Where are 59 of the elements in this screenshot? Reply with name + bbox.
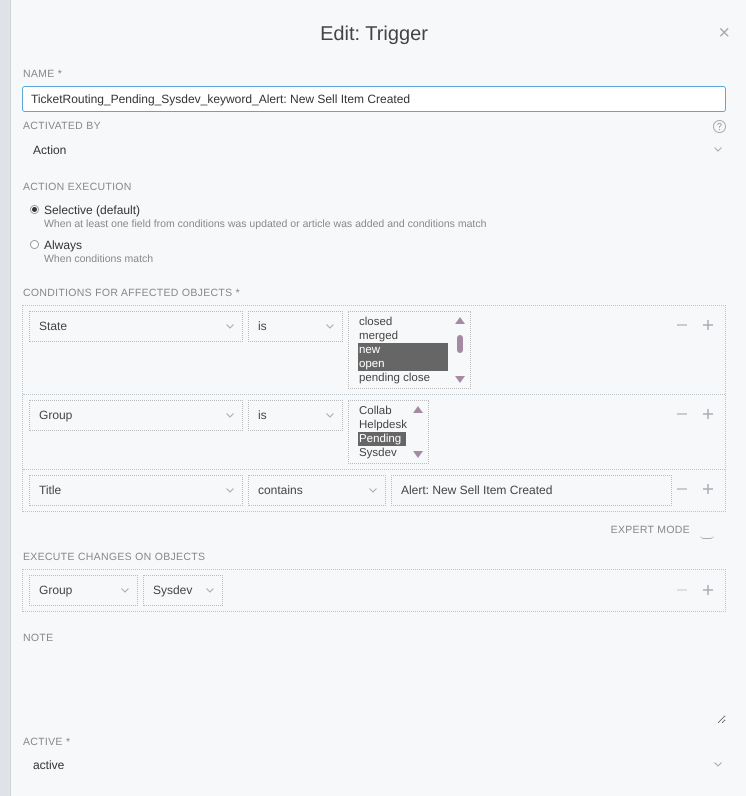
add-button[interactable] bbox=[703, 584, 713, 598]
list-option[interactable]: Helpdesk bbox=[358, 418, 406, 432]
add-button[interactable] bbox=[703, 482, 713, 497]
plus-icon bbox=[703, 320, 713, 330]
chevron-down-icon bbox=[206, 588, 214, 593]
attribute-select[interactable]: State bbox=[29, 310, 243, 342]
value-select[interactable]: Sysdev bbox=[143, 574, 223, 606]
scrollbar-drawing[interactable] bbox=[412, 404, 424, 460]
radio-hint: When at least one field from conditions was updated or article was added and conditions match bbox=[44, 218, 488, 230]
operator-select[interactable]: is bbox=[248, 310, 343, 342]
expert-mode-label: EXPERT MODE bbox=[610, 524, 690, 536]
list-option[interactable]: Sysdev bbox=[358, 446, 406, 460]
radio-label[interactable]: Selective (default) bbox=[44, 202, 726, 217]
operator-select[interactable]: contains bbox=[248, 474, 386, 506]
field-label: CONDITIONS FOR AFFECTED OBJECTS * bbox=[23, 286, 241, 299]
add-button[interactable] bbox=[703, 318, 713, 333]
help-icon[interactable] bbox=[713, 120, 726, 134]
field-label: ACTIVATED BY bbox=[23, 120, 101, 132]
plus-icon bbox=[703, 408, 713, 419]
field-label: NAME * bbox=[23, 68, 64, 80]
plus-icon bbox=[703, 584, 713, 595]
name-input[interactable]: TicketRouting_Pending_Sysdev_keyword_Alert: New Sell Item Created bbox=[22, 86, 726, 112]
options-listbox[interactable]: closed merged new open pending close bbox=[348, 310, 471, 389]
chevron-down-icon bbox=[369, 488, 377, 493]
field-label: EXECUTE CHANGES ON OBJECTS bbox=[23, 550, 206, 563]
attribute-select[interactable]: Title bbox=[29, 474, 243, 506]
add-button[interactable] bbox=[703, 408, 713, 422]
list-option[interactable]: closed bbox=[358, 314, 448, 329]
attribute-select[interactable]: Group bbox=[29, 400, 243, 431]
active-select[interactable]: active bbox=[22, 754, 726, 776]
list-option[interactable]: open bbox=[358, 356, 448, 371]
scrollbar-drawing[interactable] bbox=[454, 314, 466, 385]
operator-select[interactable]: is bbox=[248, 400, 343, 431]
chevron-down-icon bbox=[714, 762, 722, 768]
radio-button[interactable] bbox=[30, 204, 39, 214]
field-label: NOTE bbox=[23, 632, 54, 644]
options-listbox[interactable]: Collab Helpdesk Pending Sysdev bbox=[348, 400, 429, 464]
chevron-down-icon bbox=[226, 412, 234, 418]
field-label: ACTION EXECUTION bbox=[23, 180, 133, 193]
chevron-down-icon bbox=[226, 324, 234, 329]
radio-button[interactable] bbox=[30, 240, 39, 249]
chevron-down-icon bbox=[326, 324, 334, 329]
radio-label[interactable]: Always bbox=[44, 238, 726, 252]
list-option[interactable]: new bbox=[358, 342, 448, 357]
list-option[interactable]: Pending bbox=[358, 432, 406, 446]
value-input[interactable]: Alert: New Sell Item Created bbox=[391, 474, 672, 506]
attribute-select[interactable]: Group bbox=[29, 574, 138, 606]
field-label: ACTIVE * bbox=[23, 736, 72, 748]
activated-by-select[interactable]: Action bbox=[22, 138, 726, 161]
list-option[interactable]: Collab bbox=[358, 404, 406, 418]
dialog-title: Edit: Trigger bbox=[320, 22, 428, 46]
radio-hint: When conditions match bbox=[44, 252, 154, 265]
chevron-down-icon bbox=[714, 147, 722, 152]
chevron-down-icon bbox=[121, 588, 129, 593]
list-option[interactable]: pending close bbox=[358, 370, 448, 385]
chevron-down-icon bbox=[226, 488, 234, 493]
list-option[interactable]: merged bbox=[358, 328, 448, 343]
plus-icon bbox=[703, 484, 713, 494]
chevron-down-icon bbox=[326, 412, 334, 418]
